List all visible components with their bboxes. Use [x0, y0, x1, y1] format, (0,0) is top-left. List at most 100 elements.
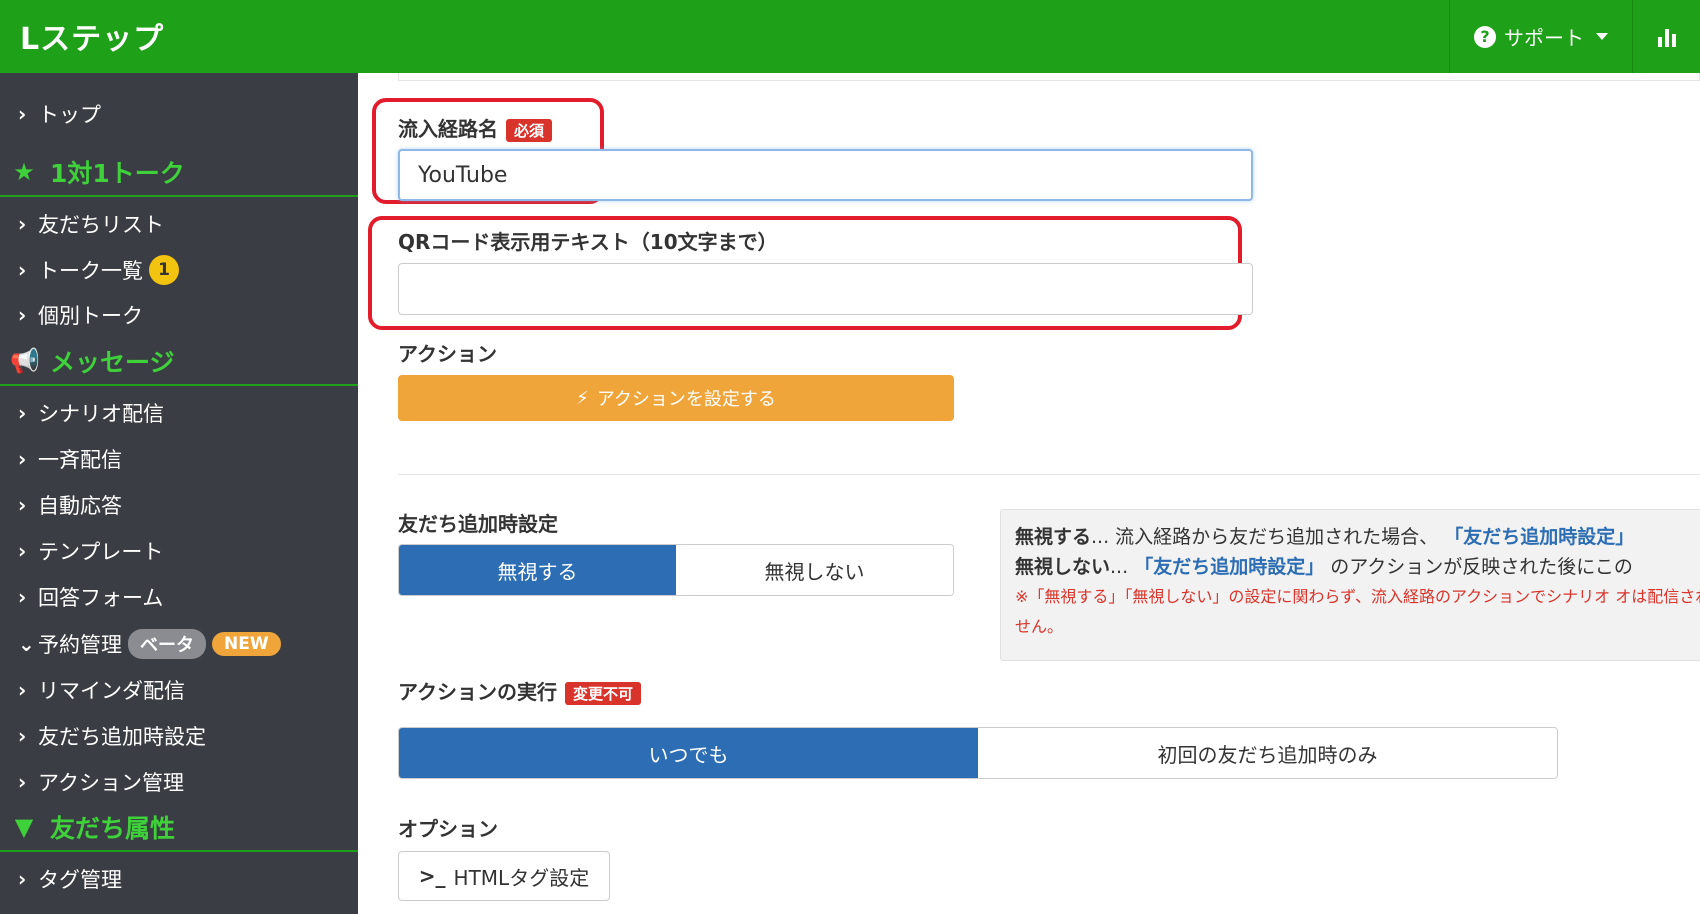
option-first-add-only[interactable]: 初回の友だち追加時のみ: [978, 728, 1557, 778]
app-logo[interactable]: Lステップ: [20, 14, 164, 58]
option-label: オプション: [398, 817, 498, 841]
button-label: HTMLタグ設定: [453, 865, 590, 890]
friend-add-help-note: 無視する... 流入経路から友だち追加された場合、 「友だち追加時設定」 無視し…: [1000, 509, 1700, 661]
sidebar-item-label: 友だちリスト: [38, 213, 164, 237]
note-text: のアクションが反映された後にこの: [1330, 556, 1633, 578]
sidebar: › トップ ★ 1対1トーク › 友だちリスト › トーク一覧 1 › 個別トー…: [0, 73, 358, 914]
section-label: メッセージ: [50, 348, 175, 377]
chevron-right-icon: ›: [18, 493, 27, 517]
note-line-2: 無視しない... 「友だち追加時設定」 のアクションが反映された後にこの: [1015, 552, 1700, 582]
html-tag-setting-button[interactable]: >_ HTMLタグ設定: [398, 851, 610, 901]
support-menu-button[interactable]: ? サポート: [1449, 0, 1632, 73]
friend-add-setting-link[interactable]: 「友だち追加時設定」: [1134, 556, 1324, 578]
sidebar-item-label: テンプレート: [38, 540, 164, 564]
chevron-right-icon: ›: [18, 212, 27, 236]
sidebar-item-auto-reply[interactable]: › 自動応答: [18, 487, 122, 523]
analytics-button[interactable]: [1632, 0, 1700, 73]
sidebar-item-reminder[interactable]: › リマインダ配信: [18, 672, 185, 708]
sidebar-item-answer-form[interactable]: › 回答フォーム: [18, 579, 163, 615]
friend-add-toggle: 無視する 無視しない: [398, 544, 954, 596]
sidebar-section-talk[interactable]: ★ 1対1トーク: [0, 149, 358, 197]
label-text: 流入経路名: [398, 117, 498, 141]
option-not-ignore[interactable]: 無視しない: [676, 545, 953, 595]
terminal-icon: >_: [418, 864, 446, 888]
megaphone-icon: 📢: [10, 347, 40, 375]
caret-down-icon: [1596, 33, 1608, 40]
bar-chart-icon: [1657, 27, 1676, 47]
divider: [398, 474, 1700, 475]
qr-text-label: QRコード表示用テキスト（10文字まで）: [398, 230, 778, 254]
note-term: 無視しない: [1015, 556, 1111, 578]
label-text: アクションの実行: [398, 680, 557, 704]
note-text: ... 流入経路から友だち追加された場合、: [1091, 526, 1439, 548]
unread-count-badge: 1: [149, 255, 179, 285]
action-label: アクション: [398, 342, 497, 366]
execution-label: アクションの実行 変更不可: [398, 676, 642, 705]
panel-edge: [398, 73, 1700, 81]
required-badge: 必須: [506, 119, 553, 142]
section-label: 1対1トーク: [50, 159, 185, 188]
sidebar-item-scenario[interactable]: › シナリオ配信: [18, 395, 164, 431]
star-icon: ★: [13, 158, 35, 186]
option-ignore[interactable]: 無視する: [399, 545, 676, 595]
unchangeable-badge: 変更不可: [565, 682, 642, 705]
lightning-icon: ⚡: [576, 387, 589, 409]
chevron-right-icon: ›: [18, 867, 27, 891]
chevron-right-icon: ›: [18, 258, 27, 282]
sidebar-item-label: トーク一覧: [38, 259, 143, 283]
sidebar-item-label: シナリオ配信: [38, 402, 164, 426]
sidebar-item-friend-add-setting[interactable]: › 友だち追加時設定: [18, 718, 206, 754]
qr-text-input[interactable]: [398, 263, 1253, 315]
route-name-input[interactable]: YouTube: [398, 149, 1253, 201]
help-circle-icon: ?: [1474, 25, 1496, 48]
support-label: サポート: [1504, 26, 1584, 50]
friend-add-label: 友だち追加時設定: [398, 512, 558, 536]
section-label: 友だち属性: [50, 814, 176, 843]
sidebar-item-tag-management[interactable]: › タグ管理: [18, 861, 122, 897]
sidebar-item-label: 自動応答: [38, 494, 122, 518]
sidebar-item-label: 個別トーク: [38, 304, 143, 328]
sidebar-item-label: タグ管理: [38, 868, 122, 892]
sidebar-item-friend-list[interactable]: › 友だちリスト: [18, 206, 164, 242]
execution-toggle: いつでも 初回の友だち追加時のみ: [398, 727, 1558, 779]
topbar-actions: ? サポート: [1449, 0, 1700, 73]
route-name-label: 流入経路名 必須: [398, 113, 553, 142]
note-term: 無視する: [1015, 526, 1092, 548]
sidebar-section-message[interactable]: 📢 メッセージ: [0, 338, 358, 386]
chevron-right-icon: ›: [18, 539, 27, 563]
sidebar-item-template[interactable]: › テンプレート: [18, 533, 163, 569]
sidebar-item-label: リマインダ配信: [38, 679, 185, 703]
sidebar-item-label: 予約管理: [38, 633, 122, 657]
sidebar-item-top[interactable]: › トップ: [18, 96, 101, 132]
sidebar-item-label: アクション管理: [38, 771, 184, 795]
note-text: ...: [1110, 556, 1129, 578]
sidebar-item-label: 一斉配信: [38, 448, 122, 472]
sidebar-item-label: 回答フォーム: [38, 586, 164, 610]
chevron-right-icon: ›: [18, 770, 27, 794]
new-badge: NEW: [212, 632, 281, 656]
chevron-down-icon: ⌄: [18, 632, 35, 656]
sidebar-item-talk-list[interactable]: › トーク一覧 1: [18, 252, 179, 288]
button-label: アクションを設定する: [596, 389, 776, 410]
chevron-right-icon: ›: [18, 303, 27, 327]
main-content: 流入経路名 必須 YouTube QRコード表示用テキスト（10文字まで） アクシ…: [358, 73, 1700, 914]
beta-badge: ベータ: [128, 629, 206, 659]
chevron-right-icon: ›: [18, 678, 27, 702]
sidebar-item-label: 友だち追加時設定: [38, 725, 206, 749]
top-bar: Lステップ ? サポート: [0, 0, 1700, 73]
option-anytime[interactable]: いつでも: [399, 728, 978, 778]
sidebar-section-attributes[interactable]: ▼ 友だち属性: [0, 804, 358, 852]
sidebar-item-reservation[interactable]: ⌄ 予約管理 ベータ NEW: [18, 626, 281, 662]
set-action-button[interactable]: ⚡ アクションを設定する: [398, 375, 954, 421]
friend-add-setting-link[interactable]: 「友だち追加時設定」: [1444, 526, 1634, 548]
note-warning: ※「無視する」「無視しない」の設定に関わらず、流入経路のアクションでシナリオ オ…: [1015, 587, 1700, 636]
filter-icon: ▼: [14, 813, 34, 841]
sidebar-item-action-management[interactable]: › アクション管理: [18, 764, 184, 800]
sidebar-item-label: トップ: [38, 103, 101, 127]
chevron-right-icon: ›: [18, 724, 27, 748]
note-line-1: 無視する... 流入経路から友だち追加された場合、 「友だち追加時設定」: [1015, 522, 1700, 552]
chevron-right-icon: ›: [18, 401, 27, 425]
chevron-right-icon: ›: [18, 102, 27, 126]
sidebar-item-individual-talk[interactable]: › 個別トーク: [18, 297, 143, 333]
sidebar-item-broadcast[interactable]: › 一斉配信: [18, 441, 122, 477]
